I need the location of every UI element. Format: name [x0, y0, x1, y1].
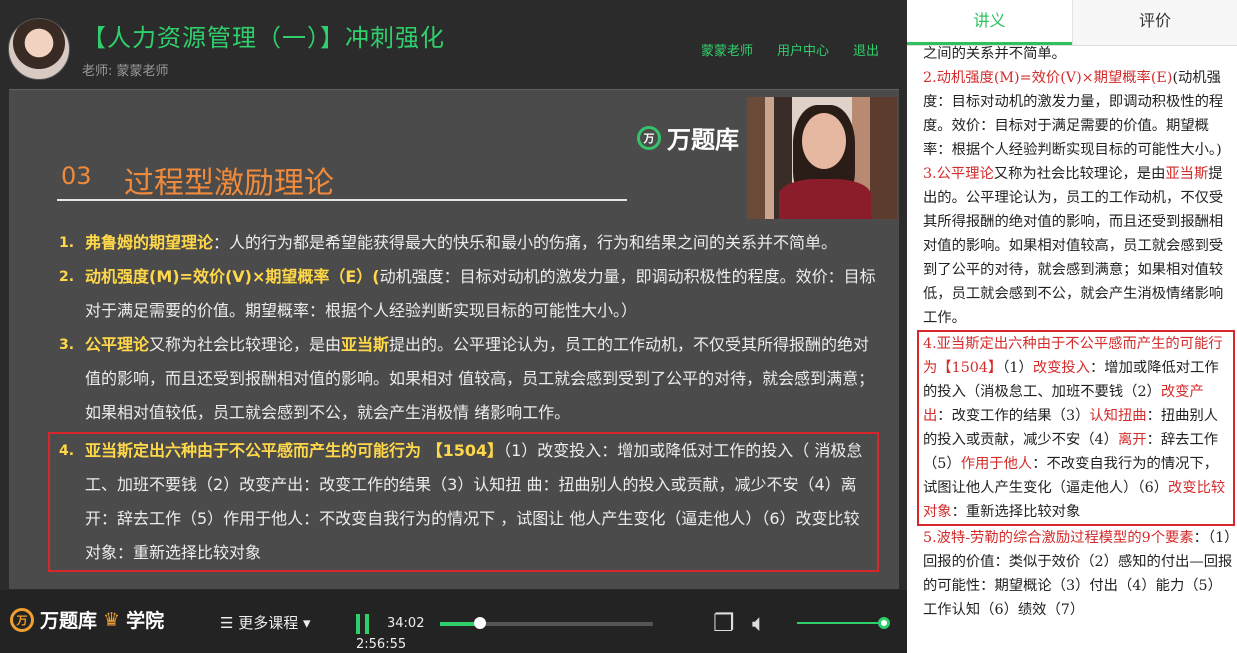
video-player: 【人力资源管理（一）】冲刺强化 老师: 蒙蒙老师 蒙蒙老师 用户中心 退出 万 …	[0, 0, 907, 653]
side-panel: 讲义 评价 之间的关系并不简单。 2.动机强度(M)=效价(V)×期望概率(E)…	[907, 0, 1237, 653]
note-text: （1）	[1002, 360, 1033, 376]
brand-academy: 学院	[126, 610, 165, 632]
lecture-slide: 万 万题库 03 过程型激励理论 1. 弗鲁姆的期望理论：人的行为都是希望能获得…	[9, 89, 899, 589]
brand-name: 万题库	[40, 610, 98, 632]
note-keyword: 作用于他人	[960, 456, 1033, 472]
note-paragraph: 2.动机强度(M)=效价(V)×期望概率(E)(动机强度：目标对动机的激发力量，…	[923, 66, 1235, 162]
note-text: ：改变工作的结果（3）	[937, 408, 1090, 424]
side-tabs: 讲义 评价	[907, 0, 1237, 46]
watermark-text: 万题库	[667, 126, 739, 154]
note-text: 之间的关系并不简单。	[923, 46, 1066, 62]
crown-icon: ♛	[103, 608, 121, 631]
handout-notes: 之间的关系并不简单。 2.动机强度(M)=效价(V)×期望概率(E)(动机强度：…	[917, 42, 1235, 622]
brand-badge-icon: 万	[10, 607, 34, 632]
section-number: 03	[61, 162, 92, 190]
note-text: 提出的。公平理论认为，员工的工作动机，不仅受其所得报酬的绝对值的影响，而且还受到…	[923, 166, 1224, 326]
note-heading: 5.波特-劳勒的综合激励过程模型的9个要素	[923, 530, 1194, 546]
tab-handout[interactable]: 讲义	[907, 0, 1072, 45]
slide-item: 2. 动机强度(M)=效价(V)×期望概率（E）(动机强度：目标对动机的激发力量…	[59, 260, 879, 328]
more-courses-dropdown[interactable]: ☰ 更多课程 ▾	[220, 612, 311, 633]
slide-item: 3. 公平理论又称为社会比较理论，是由亚当斯提出的。公平理论认为，员工的工作动机…	[59, 328, 879, 430]
item-heading: 弗鲁姆的期望理论	[85, 233, 214, 252]
brand-logo: 万 万题库 ♛ 学院	[10, 606, 164, 633]
slide-item: 1. 弗鲁姆的期望理论：人的行为都是希望能获得最大的快乐和最小的伤痛，行为和结果…	[59, 226, 879, 260]
teacher-name: 老师: 蒙蒙老师	[82, 64, 169, 79]
item-heading-person: 亚当斯	[341, 335, 390, 354]
player-control-bar: 万 万题库 ♛ 学院 ☰ 更多课程 ▾ 34:02 2:56:55 ❐ 🔈︎	[0, 590, 907, 653]
pause-icon[interactable]	[356, 614, 370, 634]
nav-logout-link[interactable]: 退出	[853, 40, 879, 59]
section-title: 过程型激励理论	[124, 166, 334, 201]
note-paragraph: 之间的关系并不简单。	[923, 42, 1235, 66]
note-heading: 2.动机强度(M)=效价(V)×期望概率(E)	[923, 70, 1173, 86]
note-paragraph: 3.公平理论又称为社会比较理论，是由亚当斯提出的。公平理论认为，员工的工作动机，…	[923, 162, 1235, 330]
item-text: 又称为社会比较理论，是由	[149, 335, 342, 354]
volume-icon[interactable]: 🔈︎	[752, 610, 766, 636]
note-paragraph-highlighted: 4.亚当斯定出六种由于不公平感而产生的可能行为【1504】（1）改变投入：增加或…	[917, 330, 1235, 526]
note-keyword: 改变投入	[1032, 360, 1091, 376]
top-nav: 蒙蒙老师 用户中心 退出	[701, 40, 879, 59]
item-number: 4.	[59, 443, 75, 459]
slide-item-highlighted: 4. 亚当斯定出六种由于不公平感而产生的可能行为 【1504】（1）改变投入：增…	[48, 432, 879, 572]
progress-bar[interactable]	[440, 617, 653, 629]
volume-handle[interactable]	[878, 617, 890, 629]
note-text: ：重新选择比较对象	[951, 504, 1081, 520]
item-heading: 亚当斯定出六种由于不公平感而产生的可能行为 【1504】	[85, 441, 504, 460]
course-header: 【人力资源管理（一）】冲刺强化 老师: 蒙蒙老师 蒙蒙老师 用户中心 退出	[0, 0, 907, 88]
tab-review[interactable]: 评价	[1072, 0, 1237, 45]
webcam-face	[802, 113, 846, 169]
item-text: ：人的行为都是希望能获得最大的快乐和最小的伤痛，行为和结果之间的关系并不简单。	[213, 233, 838, 252]
item-number: 3.	[59, 337, 75, 353]
slide-item-list: 1. 弗鲁姆的期望理论：人的行为都是希望能获得最大的快乐和最小的伤痛，行为和结果…	[48, 226, 879, 572]
teacher-avatar	[8, 18, 70, 80]
note-keyword: 离开	[1117, 432, 1147, 448]
item-heading: 动机强度(M)=效价(V)×期望概率（E）(	[85, 267, 380, 286]
slide-watermark-logo: 万 万题库	[637, 120, 739, 155]
note-keyword: 认知扭曲	[1089, 408, 1147, 424]
copy-icon[interactable]: ❐	[713, 610, 735, 636]
nav-teacher-link[interactable]: 蒙蒙老师	[701, 40, 753, 59]
note-heading: 3.公平理论	[923, 166, 994, 182]
logo-badge-icon: 万	[637, 125, 661, 150]
item-heading: 公平理论	[85, 335, 150, 354]
item-number: 2.	[59, 269, 75, 285]
current-time: 34:02	[387, 616, 425, 631]
item-number: 1.	[59, 235, 75, 251]
note-heading: 亚当斯	[1165, 166, 1209, 182]
teacher-webcam	[747, 97, 897, 219]
note-text: 又称为社会比较理论，是由	[993, 166, 1166, 182]
volume-slider[interactable]	[797, 617, 890, 629]
course-title: 【人力资源管理（一）】冲刺强化	[82, 24, 445, 52]
progress-handle[interactable]	[474, 617, 487, 629]
note-paragraph: 5.波特-劳勒的综合激励过程模型的9个要素：（1）回报的价值：类似于效价（2）感…	[923, 526, 1235, 622]
total-time: 2:56:55	[356, 637, 407, 652]
nav-user-center-link[interactable]: 用户中心	[777, 40, 829, 59]
webcam-body	[779, 179, 871, 219]
section-divider	[57, 199, 627, 201]
